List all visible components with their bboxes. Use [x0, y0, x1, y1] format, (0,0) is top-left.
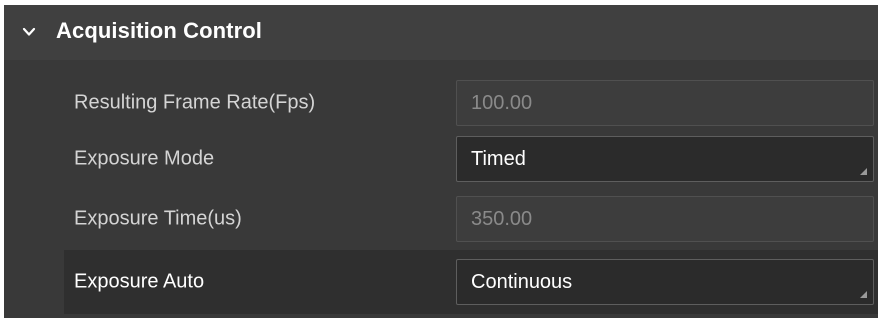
property-row-resulting-frame-rate[interactable]: Resulting Frame Rate(Fps) 100.00 — [64, 71, 878, 135]
property-label: Exposure Auto — [74, 270, 205, 293]
dropdown-value: Continuous — [471, 270, 573, 293]
property-row-exposure-time[interactable]: Exposure Time(us) 350.00 — [64, 187, 878, 251]
property-row-exposure-mode[interactable]: Exposure Mode Timed — [64, 127, 878, 191]
resulting-frame-rate-field: 100.00 — [456, 80, 874, 126]
dropdown-arrow-icon[interactable] — [860, 168, 867, 175]
property-label: Resulting Frame Rate(Fps) — [74, 91, 316, 114]
dropdown-arrow-icon[interactable] — [860, 291, 867, 298]
property-row-exposure-auto[interactable]: Exposure Auto Continuous — [64, 250, 878, 314]
exposure-time-field: 350.00 — [456, 196, 874, 242]
exposure-auto-dropdown[interactable]: Continuous — [456, 259, 874, 305]
property-label: Exposure Mode — [74, 147, 215, 170]
property-panel: Acquisition Control Resulting Frame Rate… — [4, 5, 878, 318]
exposure-mode-dropdown[interactable]: Timed — [456, 136, 874, 182]
section-title: Acquisition Control — [56, 18, 262, 43]
section-header-acquisition-control[interactable]: Acquisition Control — [4, 5, 878, 60]
property-label: Exposure Time(us) — [74, 207, 242, 230]
dropdown-value: Timed — [471, 147, 526, 170]
field-value: 350.00 — [471, 207, 533, 230]
chevron-down-icon[interactable] — [22, 25, 36, 39]
field-value: 100.00 — [471, 91, 533, 114]
